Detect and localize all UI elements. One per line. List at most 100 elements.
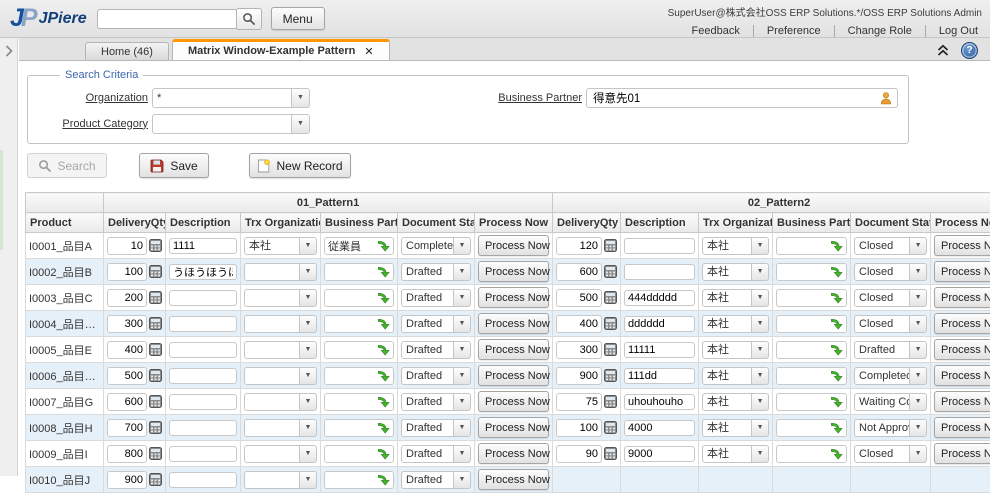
chevron-down-icon[interactable]: ▼: [454, 289, 471, 307]
business-partner-lookup[interactable]: [776, 419, 847, 437]
trx-organization-combo-value[interactable]: 本社: [702, 263, 752, 281]
product-category-value[interactable]: [152, 114, 292, 134]
chevron-down-icon[interactable]: ▼: [752, 419, 769, 437]
document-status-combo[interactable]: Drafted▼: [401, 315, 471, 333]
business-partner-field[interactable]: [586, 88, 898, 108]
business-partner-lookup[interactable]: [776, 445, 847, 463]
process-now-button[interactable]: Process Now: [934, 391, 990, 412]
delivery-qty-input[interactable]: [107, 237, 147, 255]
chevron-down-icon[interactable]: ▼: [752, 263, 769, 281]
col-header-p2-description[interactable]: Description: [621, 213, 699, 233]
calculator-icon[interactable]: [604, 239, 617, 252]
new-record-button[interactable]: New Record: [249, 153, 351, 178]
process-now-button[interactable]: Process Now: [478, 287, 549, 308]
process-now-button[interactable]: Process Now: [478, 417, 549, 438]
logout-link[interactable]: Log Out: [925, 25, 982, 37]
chevron-down-icon[interactable]: ▼: [300, 471, 317, 489]
trx-organization-combo[interactable]: ▼: [244, 419, 317, 437]
document-status-combo-value[interactable]: Drafted: [854, 341, 910, 359]
organization-label[interactable]: Organization: [38, 92, 148, 104]
document-status-combo-value[interactable]: Drafted: [401, 367, 454, 385]
delivery-qty-input[interactable]: [556, 445, 602, 463]
process-now-button[interactable]: Process Now: [478, 313, 549, 334]
trx-organization-combo-value[interactable]: [244, 263, 300, 281]
business-partner-lookup[interactable]: [776, 341, 847, 359]
chevron-down-icon[interactable]: ▼: [292, 114, 310, 134]
chevron-down-icon[interactable]: ▼: [300, 315, 317, 333]
document-status-combo-value[interactable]: Closed: [854, 237, 910, 255]
description-input[interactable]: [624, 264, 695, 280]
lookup-arrow-icon[interactable]: [830, 343, 843, 356]
document-status-combo[interactable]: Drafted▼: [401, 289, 471, 307]
trx-organization-combo[interactable]: ▼: [244, 445, 317, 463]
search-button[interactable]: Search: [27, 153, 107, 178]
description-input[interactable]: [169, 446, 237, 462]
process-now-button[interactable]: Process Now: [934, 287, 990, 308]
chevron-down-icon[interactable]: ▼: [752, 367, 769, 385]
lookup-arrow-icon[interactable]: [377, 265, 390, 278]
document-status-combo[interactable]: Waiting Confirmation▼: [854, 393, 927, 411]
organization-value[interactable]: *: [152, 88, 292, 108]
tab-home[interactable]: Home (46): [85, 42, 169, 60]
global-search-input[interactable]: [97, 9, 237, 29]
description-input[interactable]: [169, 316, 237, 332]
trx-organization-combo-value[interactable]: [244, 315, 300, 333]
product-category-combo[interactable]: ▼: [152, 114, 310, 134]
business-partner-value[interactable]: 従業員: [328, 238, 377, 254]
business-partner-lookup[interactable]: [324, 341, 394, 359]
document-status-combo[interactable]: Drafted▼: [401, 445, 471, 463]
trx-organization-combo[interactable]: ▼: [244, 471, 317, 489]
chevron-down-icon[interactable]: ▼: [454, 471, 471, 489]
delivery-qty-input[interactable]: [556, 315, 602, 333]
business-partner-lookup[interactable]: [776, 237, 847, 255]
expand-right-icon[interactable]: [4, 44, 14, 58]
lookup-arrow-icon[interactable]: [377, 369, 390, 382]
calculator-icon[interactable]: [149, 239, 162, 252]
col-header-p1-process-now[interactable]: Process Now: [475, 213, 553, 233]
col-header-p1-description[interactable]: Description: [166, 213, 241, 233]
lookup-arrow-icon[interactable]: [377, 447, 390, 460]
delivery-qty-input[interactable]: [107, 445, 147, 463]
trx-organization-combo-value[interactable]: [244, 419, 300, 437]
trx-organization-combo-value[interactable]: 本社: [702, 393, 752, 411]
trx-organization-combo[interactable]: ▼: [244, 341, 317, 359]
chevron-down-icon[interactable]: ▼: [454, 367, 471, 385]
chevron-down-icon[interactable]: ▼: [454, 341, 471, 359]
trx-organization-combo[interactable]: 本社▼: [702, 315, 769, 333]
lookup-arrow-icon[interactable]: [377, 421, 390, 434]
col-header-p2-trx-organization[interactable]: Trx Organization: [699, 213, 773, 233]
description-input[interactable]: [624, 290, 695, 306]
chevron-down-icon[interactable]: ▼: [910, 419, 927, 437]
calculator-icon[interactable]: [149, 447, 162, 460]
save-button[interactable]: Save: [139, 153, 209, 178]
trx-organization-combo[interactable]: 本社▼: [702, 419, 769, 437]
trx-organization-combo-value[interactable]: 本社: [702, 289, 752, 307]
document-status-combo-value[interactable]: Drafted: [401, 315, 454, 333]
document-status-combo[interactable]: Closed▼: [854, 315, 927, 333]
document-status-combo[interactable]: Drafted▼: [401, 341, 471, 359]
description-input[interactable]: [169, 472, 237, 488]
calculator-icon[interactable]: [604, 421, 617, 434]
delivery-qty-input[interactable]: [107, 367, 147, 385]
chevron-down-icon[interactable]: ▼: [300, 237, 317, 255]
process-now-button[interactable]: Process Now: [478, 235, 549, 256]
trx-organization-combo-value[interactable]: [244, 471, 300, 489]
chevron-down-icon[interactable]: ▼: [752, 445, 769, 463]
document-status-combo-value[interactable]: Completed: [401, 237, 454, 255]
chevron-down-icon[interactable]: ▼: [300, 289, 317, 307]
document-status-combo-value[interactable]: Drafted: [401, 445, 454, 463]
description-input[interactable]: [624, 368, 695, 384]
delivery-qty-input[interactable]: [556, 289, 602, 307]
document-status-combo[interactable]: Closed▼: [854, 263, 927, 281]
col-header-p2-deliveryqty[interactable]: DeliveryQty: [553, 213, 621, 233]
calculator-icon[interactable]: [604, 291, 617, 304]
document-status-combo-value[interactable]: Drafted: [401, 263, 454, 281]
business-partner-lookup[interactable]: 従業員: [324, 237, 394, 255]
business-partner-person-icon[interactable]: [879, 91, 893, 105]
delivery-qty-input[interactable]: [556, 341, 602, 359]
trx-organization-combo-value[interactable]: 本社: [244, 237, 300, 255]
chevron-down-icon[interactable]: ▼: [910, 237, 927, 255]
document-status-combo[interactable]: Drafted▼: [401, 367, 471, 385]
chevron-down-icon[interactable]: ▼: [300, 367, 317, 385]
business-partner-lookup[interactable]: [324, 445, 394, 463]
